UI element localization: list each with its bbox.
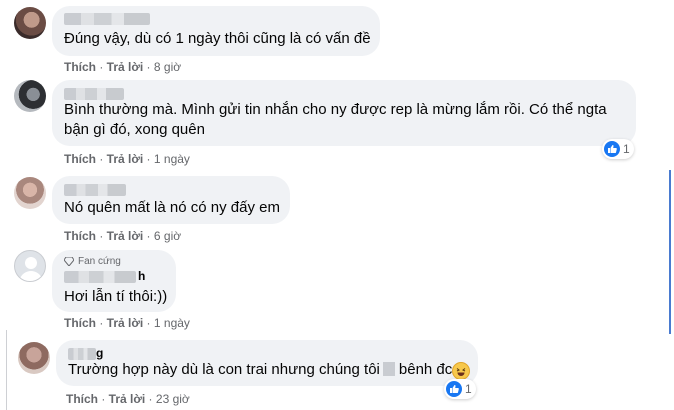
- diamond-icon: [64, 257, 74, 266]
- comment-bubble: Đúng vậy, dù có 1 ngày thôi cũng là có v…: [52, 6, 380, 56]
- timestamp[interactable]: 1 ngày: [154, 152, 190, 166]
- comment-text: Trường hợp này dù là con trai nhưng chún…: [68, 361, 453, 378]
- redacted-word: [382, 362, 395, 376]
- reaction-summary[interactable]: 1: [602, 139, 634, 159]
- like-icon: [604, 141, 620, 157]
- author-name-redacted[interactable]: [64, 13, 150, 25]
- default-avatar-icon[interactable]: [14, 250, 46, 282]
- timestamp[interactable]: 6 giờ: [154, 229, 181, 243]
- top-fan-badge: Fan cứng: [64, 256, 121, 267]
- comment-actions: Thích · Trả lời · 1 ngày: [64, 316, 190, 330]
- like-link[interactable]: Thích: [64, 152, 96, 166]
- like-link[interactable]: Thích: [66, 392, 98, 406]
- timestamp[interactable]: 23 giờ: [156, 392, 190, 406]
- avatar[interactable]: [14, 80, 46, 112]
- comment-text-line-2: bận gì đó, xong quên: [64, 121, 205, 138]
- like-link[interactable]: Thích: [64, 60, 96, 74]
- comment-bubble: g Trường hợp này dù là con trai nhưng ch…: [56, 340, 478, 386]
- author-name-redacted[interactable]: [64, 88, 124, 100]
- comment-text: Đúng vậy, dù có 1 ngày thôi cũng là có v…: [64, 30, 371, 47]
- like-icon: [446, 381, 462, 397]
- reply-link[interactable]: Trả lời: [107, 316, 144, 330]
- reply-link[interactable]: Trả lời: [107, 229, 144, 243]
- comment-text-line-1: Bình thường mà. Mình gửi tin nhắn cho ny…: [64, 101, 607, 118]
- comment-bubble: Bình thường mà. Mình gửi tin nhắn cho ny…: [52, 80, 636, 146]
- badge-label: Fan cứng: [78, 256, 121, 267]
- reply-link[interactable]: Trả lời: [109, 392, 146, 406]
- comment-actions: Thích · Trả lời · 8 giờ: [64, 60, 182, 74]
- like-link[interactable]: Thích: [64, 229, 96, 243]
- reply-link[interactable]: Trả lời: [107, 60, 144, 74]
- reaction-count: 1: [465, 382, 472, 396]
- avatar[interactable]: [14, 7, 46, 39]
- scrollbar[interactable]: [669, 170, 671, 334]
- like-link[interactable]: Thích: [64, 316, 96, 330]
- timestamp[interactable]: 8 giờ: [154, 60, 181, 74]
- avatar[interactable]: [14, 177, 46, 209]
- comment-actions: Thích · Trả lời · 1 ngày: [64, 152, 190, 166]
- haha-emoji-icon: [452, 362, 470, 380]
- comment-bubble: Nó quên mất là nó có ny đấy em: [52, 176, 290, 224]
- comment-text: Hơi lẫn tí thôi:)): [64, 288, 168, 305]
- thread-line: [6, 330, 7, 410]
- timestamp[interactable]: 1 ngày: [154, 316, 190, 330]
- comment-actions: Thích · Trả lời · 6 giờ: [64, 229, 182, 243]
- comment-bubble: Fan cứng h Hơi lẫn tí thôi:)): [52, 250, 176, 312]
- comment-actions: Thích · Trả lời · 23 giờ: [66, 392, 190, 406]
- author-name-fragment: g: [96, 346, 104, 360]
- reply-link[interactable]: Trả lời: [107, 152, 144, 166]
- author-name-fragment: h: [138, 269, 146, 283]
- author-name-redacted[interactable]: [64, 271, 136, 283]
- author-name-redacted[interactable]: [68, 348, 96, 360]
- avatar[interactable]: [18, 342, 50, 374]
- reaction-count: 1: [623, 142, 630, 156]
- comment-text: Nó quên mất là nó có ny đấy em: [64, 199, 280, 216]
- author-name-redacted[interactable]: [64, 184, 126, 196]
- reaction-summary[interactable]: 1: [444, 379, 476, 399]
